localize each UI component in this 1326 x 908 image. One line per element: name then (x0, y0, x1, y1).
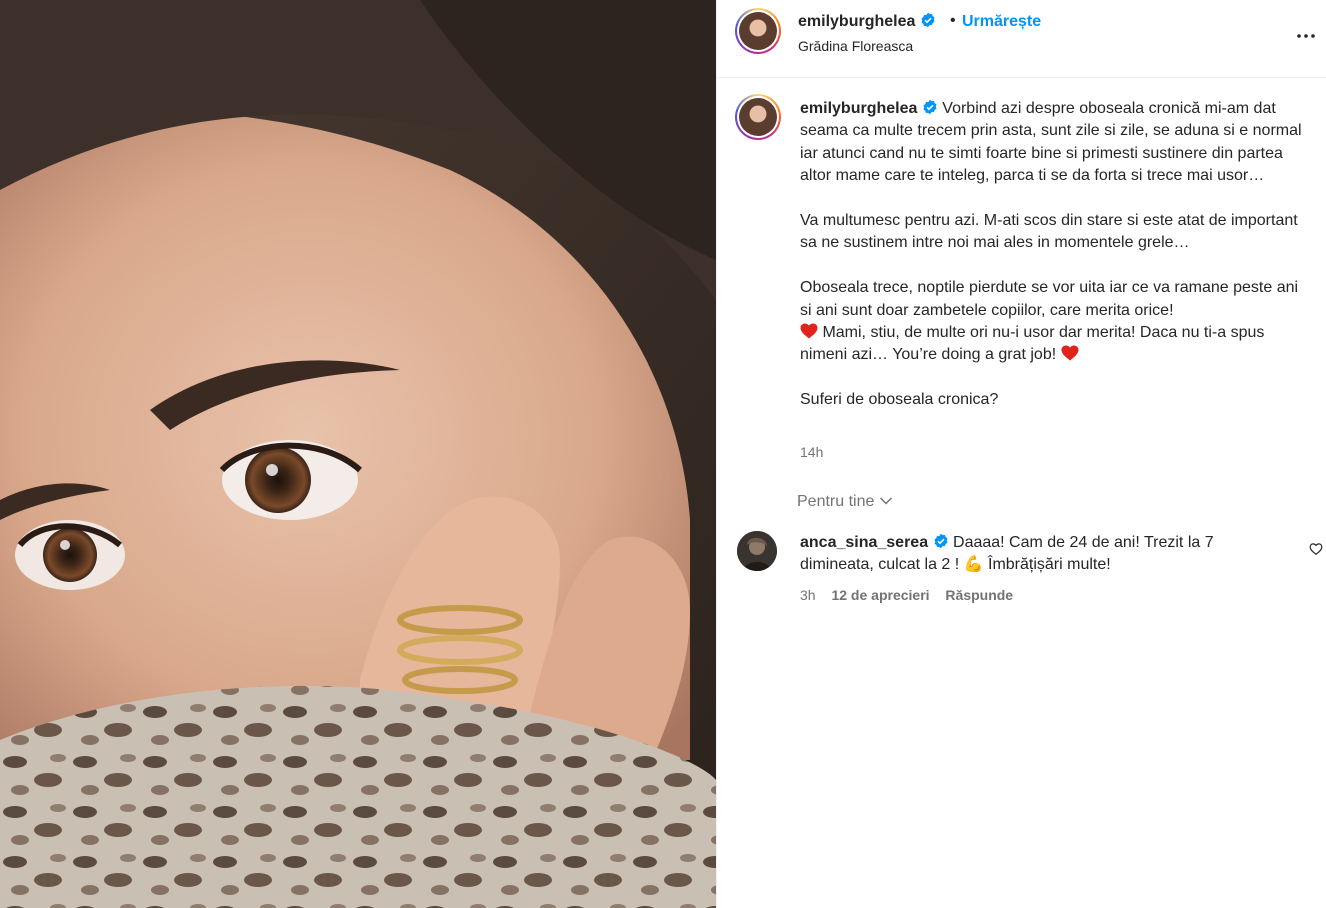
verified-badge-icon (923, 99, 937, 115)
caption-paragraph-4: Suferi de oboseala cronica? (800, 391, 999, 409)
post-caption: emilyburghelea Vorbind azi despre obosea… (800, 98, 1310, 412)
comment-item: anca_sina_serea Daaaa! Cam de 24 de ani!… (800, 532, 1280, 577)
more-horizontal-icon[interactable] (1294, 24, 1318, 48)
comment-like-heart-icon[interactable] (1309, 542, 1323, 556)
post-details-panel: emilyburghelea • Urmărește Grădina Flore… (716, 0, 1326, 908)
post-location[interactable]: Grădina Floreasca (798, 38, 913, 54)
red-heart-emoji-icon (800, 323, 818, 339)
caption-username[interactable]: emilyburghelea (800, 100, 917, 117)
caption-paragraph-3a: Oboseala trece, noptile pierdute se vor … (800, 279, 1299, 319)
comments-sort-dropdown[interactable]: Pentru tine (797, 493, 893, 511)
author-username-text[interactable]: emilyburghelea (798, 13, 915, 30)
caption-author-avatar[interactable] (735, 94, 781, 140)
verified-badge-icon (934, 533, 948, 549)
flexed-biceps-emoji-icon: 💪 (963, 556, 984, 574)
comment-username[interactable]: anca_sina_serea (800, 534, 928, 551)
chevron-down-icon (879, 497, 892, 505)
comment-reply-button[interactable]: Răspunde (945, 587, 1013, 603)
post-image[interactable] (0, 0, 716, 908)
comment-timestamp[interactable]: 3h (800, 587, 816, 603)
comments-sort-label: Pentru tine (797, 493, 875, 510)
commenter-avatar[interactable] (737, 531, 777, 571)
header-separator: • (950, 12, 956, 29)
author-username[interactable]: emilyburghelea (798, 12, 936, 31)
follow-button[interactable]: Urmărește (962, 13, 1041, 31)
red-heart-emoji-icon (1061, 345, 1079, 361)
post-photo (0, 0, 716, 908)
comment-text-b: Îmbrățișări multe! (983, 556, 1111, 574)
post-header: emilyburghelea • Urmărește Grădina Flore… (717, 0, 1326, 78)
caption-paragraph-2: Va multumesc pentru azi. M-ati scos din … (800, 212, 1298, 252)
caption-paragraph-3b: Mami, stiu, de multe ori nu-i usor dar m… (800, 324, 1265, 364)
caption-timestamp[interactable]: 14h (800, 444, 823, 460)
comment-meta: 3h 12 de aprecieri Răspunde (800, 587, 1025, 603)
comment-likes-count[interactable]: 12 de aprecieri (831, 587, 929, 603)
verified-badge-icon (921, 12, 935, 28)
author-avatar[interactable] (735, 8, 781, 54)
